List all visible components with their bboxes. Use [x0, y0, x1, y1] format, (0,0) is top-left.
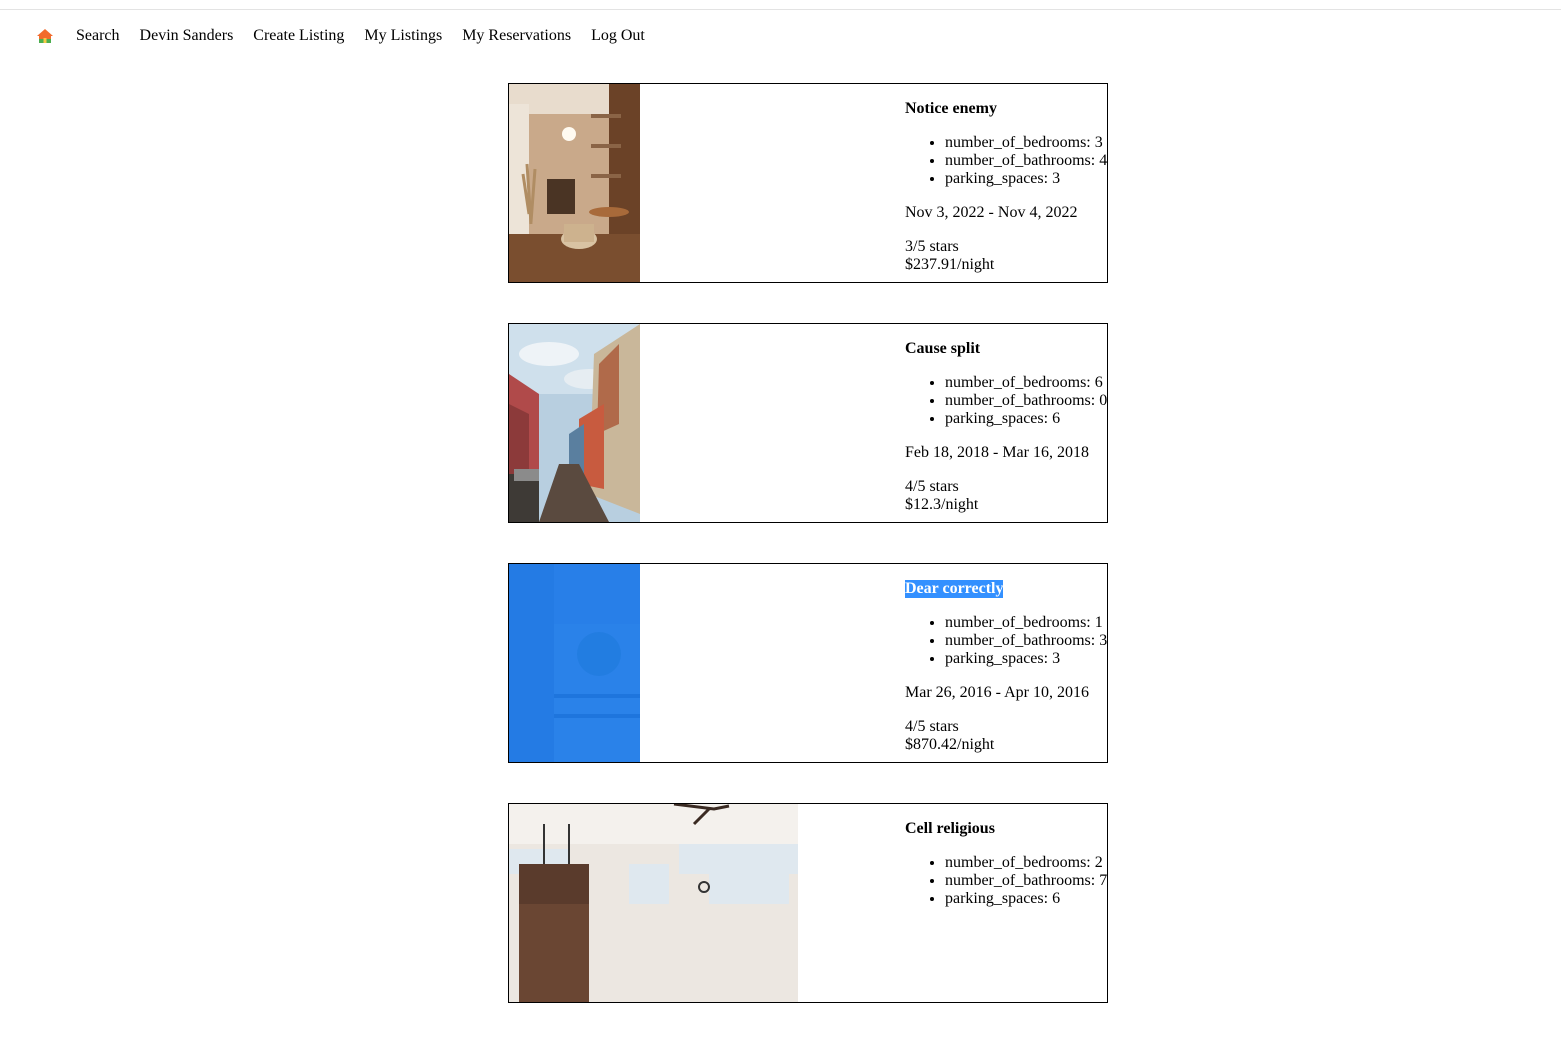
listing-card[interactable]: Dear correctly number_of_bedrooms: 1 num… [508, 563, 1108, 763]
listing-photo [509, 804, 798, 1002]
listing-dates: Feb 18, 2018 - Mar 16, 2018 [905, 444, 1089, 461]
listing-features: number_of_bedrooms: 3 number_of_bathroom… [905, 134, 1107, 188]
listing-rating: 4/5 stars [905, 478, 959, 495]
listing-features: number_of_bedrooms: 1 number_of_bathroom… [905, 614, 1107, 668]
feature-parking: parking_spaces: 6 [945, 410, 1107, 428]
listing-rating: 3/5 stars [905, 238, 959, 255]
listing-price: $870.42/night [905, 736, 995, 753]
listing-features: number_of_bedrooms: 6 number_of_bathroom… [905, 374, 1107, 428]
nav-logout-link[interactable]: Log Out [591, 27, 645, 45]
listing-title[interactable]: Notice enemy [905, 100, 997, 118]
listing-dates: Nov 3, 2022 - Nov 4, 2022 [905, 204, 1078, 221]
nav-create-listing-link[interactable]: Create Listing [253, 27, 344, 45]
nav-my-listings-link[interactable]: My Listings [364, 27, 442, 45]
listing-price: $12.3/night [905, 496, 979, 513]
listing-card[interactable]: Cell religious number_of_bedrooms: 2 num… [508, 803, 1108, 1003]
feature-bathrooms: number_of_bathrooms: 0 [945, 392, 1107, 410]
feature-bathrooms: number_of_bathrooms: 7 [945, 872, 1107, 890]
feature-parking: parking_spaces: 3 [945, 650, 1107, 668]
listing-card[interactable]: Cause split number_of_bedrooms: 6 number… [508, 323, 1108, 523]
home-icon[interactable] [36, 27, 54, 45]
listing-card[interactable]: Notice enemy number_of_bedrooms: 3 numbe… [508, 83, 1108, 283]
listing-rating: 4/5 stars [905, 718, 959, 735]
feature-bedrooms: number_of_bedrooms: 6 [945, 374, 1107, 392]
nav-search-link[interactable]: Search [76, 27, 120, 45]
listings-list: Notice enemy number_of_bedrooms: 3 numbe… [508, 83, 1108, 1043]
feature-parking: parking_spaces: 3 [945, 170, 1107, 188]
feature-bedrooms: number_of_bedrooms: 1 [945, 614, 1107, 632]
listing-title[interactable]: Dear correctly [905, 580, 1004, 598]
feature-parking: parking_spaces: 6 [945, 890, 1107, 908]
listing-info: Notice enemy number_of_bedrooms: 3 numbe… [905, 100, 1107, 274]
listing-title[interactable]: Cause split [905, 340, 980, 358]
feature-bathrooms: number_of_bathrooms: 4 [945, 152, 1107, 170]
feature-bedrooms: number_of_bedrooms: 2 [945, 854, 1107, 872]
listing-info: Dear correctly number_of_bedrooms: 1 num… [905, 580, 1107, 754]
nav-user-link[interactable]: Devin Sanders [140, 27, 234, 45]
listing-photo [509, 324, 640, 522]
nav-my-reservations-link[interactable]: My Reservations [462, 27, 571, 45]
listing-features: number_of_bedrooms: 2 number_of_bathroom… [905, 854, 1107, 908]
listing-info: Cause split number_of_bedrooms: 6 number… [905, 340, 1107, 514]
listing-dates: Mar 26, 2016 - Apr 10, 2016 [905, 684, 1089, 701]
listing-photo [509, 84, 640, 282]
top-divider [0, 9, 1561, 10]
listing-title[interactable]: Cell religious [905, 820, 995, 838]
top-navbar: Search Devin Sanders Create Listing My L… [36, 24, 665, 48]
listing-info: Cell religious number_of_bedrooms: 2 num… [905, 820, 1107, 924]
listing-price: $237.91/night [905, 256, 995, 273]
feature-bathrooms: number_of_bathrooms: 3 [945, 632, 1107, 650]
selection-highlight [509, 564, 640, 762]
listing-photo [509, 564, 640, 762]
feature-bedrooms: number_of_bedrooms: 3 [945, 134, 1107, 152]
